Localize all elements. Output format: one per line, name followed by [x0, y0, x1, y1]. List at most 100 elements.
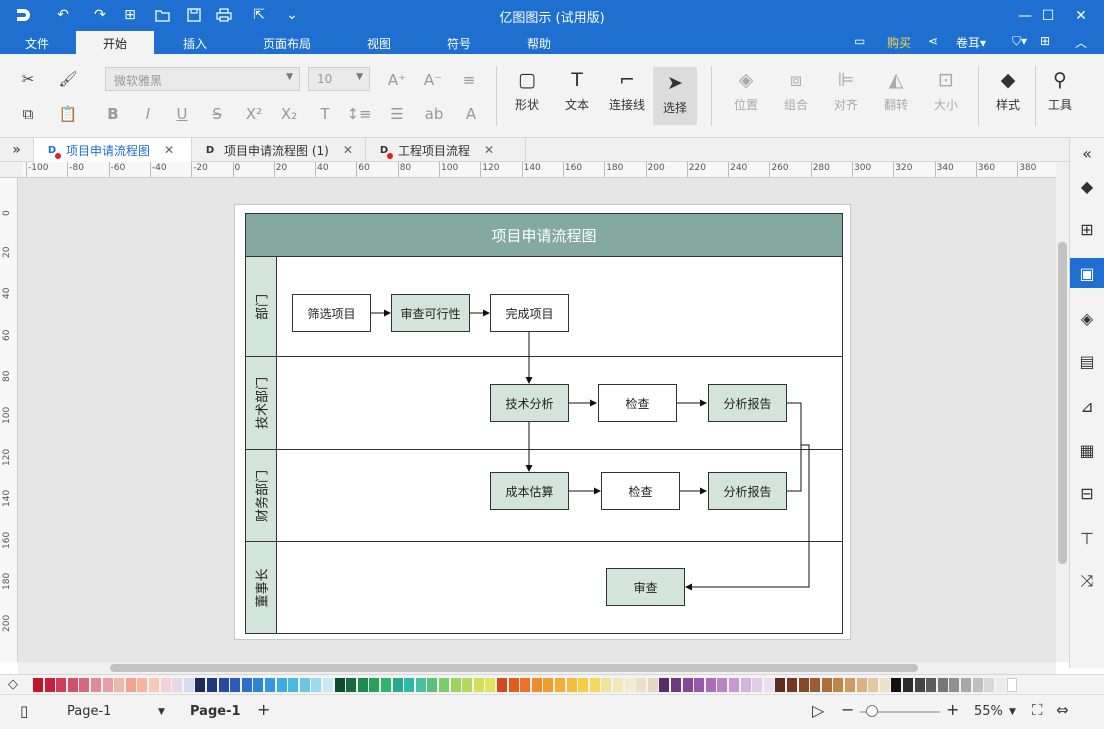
copy-icon[interactable]: ⧉: [17, 103, 39, 125]
node-tech-analysis[interactable]: 技术分析: [490, 384, 569, 422]
collapse-panel-icon[interactable]: «: [1070, 138, 1104, 168]
node-board-review[interactable]: 审查: [606, 568, 685, 606]
symbols-grid-icon[interactable]: ⊞: [1070, 214, 1104, 244]
color-swatch[interactable]: [172, 678, 183, 692]
color-swatch[interactable]: [926, 678, 937, 692]
data-chart-icon[interactable]: ⊿: [1070, 391, 1104, 421]
color-swatch[interactable]: [937, 678, 948, 692]
color-swatch[interactable]: [392, 678, 403, 692]
node-finance-report[interactable]: 分析报告: [708, 472, 787, 510]
menu-page-layout[interactable]: 页面布局: [263, 35, 311, 52]
tab-project-flowchart-copy[interactable]: D 项目申请流程图 (1) ✕: [192, 138, 366, 162]
menu-symbols[interactable]: 符号: [447, 35, 471, 52]
fit-page-icon[interactable]: ⛶: [1032, 701, 1043, 719]
color-swatch[interactable]: [705, 678, 716, 692]
text-align-icon[interactable]: ≡: [458, 69, 480, 91]
scroll-thumb[interactable]: [110, 664, 918, 672]
color-swatch[interactable]: [810, 678, 821, 692]
color-swatch[interactable]: [79, 678, 90, 692]
color-swatch[interactable]: [671, 678, 681, 692]
color-swatch[interactable]: [903, 678, 913, 692]
color-swatch[interactable]: [91, 678, 101, 692]
add-page-icon[interactable]: +: [257, 700, 270, 719]
zoom-level[interactable]: 55%: [974, 704, 1003, 719]
color-swatch[interactable]: [949, 678, 960, 692]
theme-icon[interactable]: ⛉▾: [1012, 34, 1027, 49]
shape-tool-button[interactable]: ▢ 形状: [505, 64, 549, 113]
arrow-finance-report-to-review[interactable]: [787, 445, 802, 492]
fit-width-icon[interactable]: ⇔: [1056, 701, 1069, 719]
color-swatch[interactable]: [218, 678, 229, 692]
color-swatch[interactable]: [717, 678, 728, 692]
color-swatch[interactable]: [798, 678, 809, 692]
node-finance-check[interactable]: 检查: [601, 472, 680, 510]
menu-help[interactable]: 帮助: [527, 35, 551, 52]
color-swatch[interactable]: [149, 678, 159, 692]
zoom-slider-handle[interactable]: [866, 705, 878, 717]
color-swatch[interactable]: [636, 678, 647, 692]
color-swatch[interactable]: [833, 678, 844, 692]
bold-icon[interactable]: B: [102, 103, 124, 125]
text-tool-button[interactable]: T 文本: [555, 64, 599, 113]
text-case-icon[interactable]: T: [314, 103, 336, 125]
color-swatch[interactable]: [67, 678, 78, 692]
page-panel-icon[interactable]: ▯: [20, 702, 28, 720]
color-swatch[interactable]: [299, 678, 310, 692]
color-swatch[interactable]: [323, 678, 333, 692]
connector-tool-button[interactable]: ⌐ 连接线: [605, 64, 649, 113]
color-swatch[interactable]: [879, 678, 890, 692]
apps-grid-icon[interactable]: ⊞: [1040, 34, 1050, 48]
drawing-page[interactable]: 项目申请流程图 部门 技术部门 财务部门 董事长 筛选项目 审查可行性 完成项目…: [234, 204, 851, 640]
vertical-scrollbar[interactable]: [1056, 162, 1069, 662]
color-swatch[interactable]: [462, 678, 473, 692]
node-screen-project[interactable]: 筛选项目: [292, 294, 371, 332]
chevron-down-icon[interactable]: ▼: [1009, 707, 1016, 717]
superscript-icon[interactable]: X²: [243, 103, 265, 125]
color-swatch[interactable]: [613, 678, 623, 692]
scroll-thumb[interactable]: [1058, 242, 1067, 564]
color-swatch[interactable]: [531, 678, 542, 692]
color-swatch[interactable]: [601, 678, 612, 692]
node-review-feasibility[interactable]: 审查可行性: [391, 294, 470, 332]
play-icon[interactable]: ▷: [812, 701, 824, 720]
color-swatch[interactable]: [44, 678, 55, 692]
menu-view[interactable]: 视图: [367, 35, 391, 52]
color-swatch[interactable]: [404, 678, 415, 692]
page-tab[interactable]: Page-1: [190, 704, 241, 719]
zoom-in-icon[interactable]: +: [946, 700, 959, 719]
zoom-out-icon[interactable]: −: [841, 700, 854, 719]
color-swatch[interactable]: [311, 678, 322, 692]
color-swatch[interactable]: [265, 678, 275, 692]
font-color-icon[interactable]: A: [460, 103, 482, 125]
color-swatch[interactable]: [821, 678, 832, 692]
collapse-ribbon-icon[interactable]: ︿: [1075, 34, 1087, 51]
image-icon[interactable]: ▣: [1070, 258, 1104, 288]
line-spacing-icon[interactable]: ↕≡: [346, 103, 371, 125]
drawing-canvas[interactable]: 项目申请流程图 部门 技术部门 财务部门 董事长 筛选项目 审查可行性 完成项目…: [18, 178, 1056, 662]
close-tab-icon[interactable]: ✕: [164, 143, 174, 157]
color-swatch[interactable]: [56, 678, 67, 692]
color-swatch[interactable]: [555, 678, 565, 692]
close-tab-icon[interactable]: ✕: [343, 143, 353, 157]
color-swatch[interactable]: [914, 678, 925, 692]
color-swatch[interactable]: [334, 678, 345, 692]
group-button[interactable]: ⧈ 组合: [774, 64, 818, 113]
color-swatch[interactable]: [369, 678, 380, 692]
text-effect-icon[interactable]: ab: [423, 103, 445, 125]
chevron-down-icon[interactable]: ▼: [158, 707, 165, 717]
color-swatch[interactable]: [183, 678, 194, 692]
format-painter-icon[interactable]: 🖌: [57, 68, 79, 90]
color-swatch[interactable]: [473, 678, 484, 692]
table-icon[interactable]: ▦: [1070, 435, 1104, 465]
color-swatch[interactable]: [346, 678, 357, 692]
color-swatch[interactable]: [427, 678, 438, 692]
color-swatch[interactable]: [114, 678, 125, 692]
color-swatch[interactable]: [984, 678, 995, 692]
paste-icon[interactable]: 📋: [57, 103, 79, 125]
color-swatch[interactable]: [195, 678, 206, 692]
size-button[interactable]: ⊡ 大小: [924, 64, 968, 113]
fill-icon[interactable]: ◆: [1070, 171, 1104, 201]
color-swatch[interactable]: [125, 678, 136, 692]
shuffle-icon[interactable]: ⤨: [1070, 566, 1104, 596]
color-swatch[interactable]: [33, 678, 43, 692]
